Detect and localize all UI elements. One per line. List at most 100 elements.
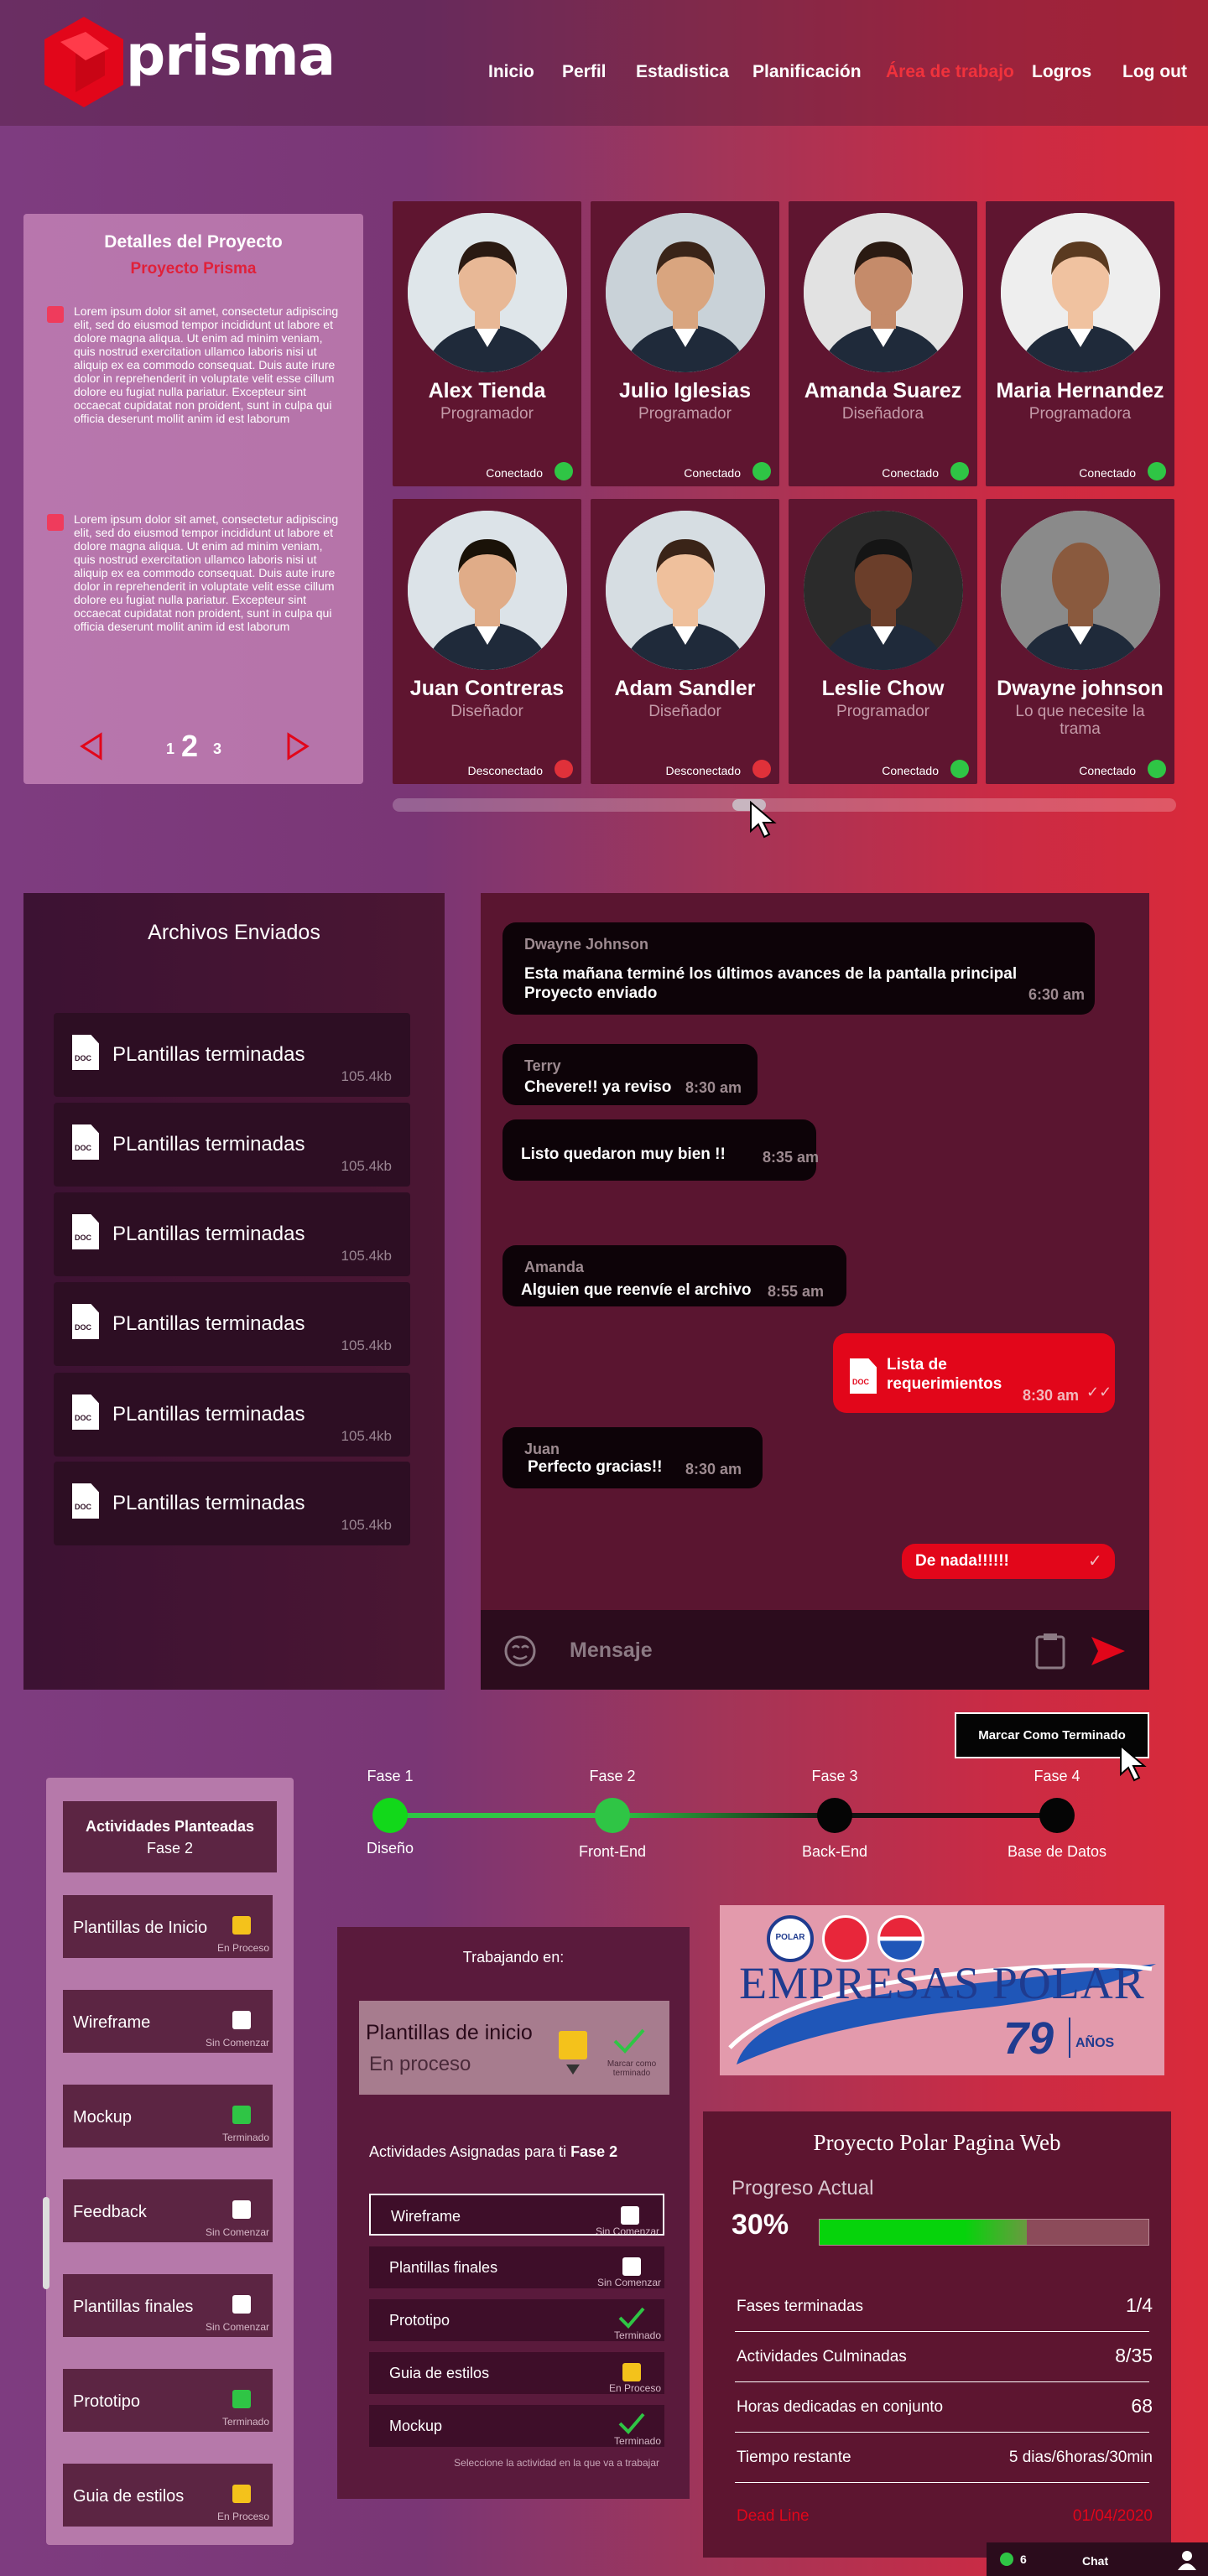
team-member-card[interactable]: Maria Hernandez Programadora Conectado: [986, 201, 1174, 486]
task-status-indicator: [622, 2363, 641, 2381]
divider: [1069, 2018, 1070, 2058]
member-name: Julio Iglesias: [618, 379, 751, 402]
nav-area-de-trabajo[interactable]: Área de trabajo: [886, 62, 1014, 82]
activity-status: Sin Comenzar: [205, 2226, 269, 2238]
check-icon: [618, 2412, 645, 2434]
file-item[interactable]: DOC PLantillas terminadas 105.4kb: [54, 1103, 410, 1187]
empresas-polar-banner[interactable]: POLAR EMPRESAS POLAR 79 AÑOS: [720, 1905, 1164, 2075]
person-photo: [804, 511, 963, 670]
progress-bar: [819, 2219, 1149, 2246]
project-details-panel: Detalles del Proyecto Proyecto Prisma Lo…: [23, 214, 363, 784]
send-icon[interactable]: [1090, 1635, 1127, 1667]
file-item[interactable]: DOC PLantillas terminadas 105.4kb: [54, 1282, 410, 1366]
activity-status: Terminado: [221, 2416, 269, 2428]
current-task-card[interactable]: Plantillas de inicio En proceso Marcar c…: [359, 2001, 669, 2095]
assigned-task[interactable]: Mockup Terminado: [369, 2405, 664, 2447]
file-name: PLantillas terminadas: [112, 1043, 305, 1066]
page-1[interactable]: 1: [166, 740, 174, 758]
chevron-down-icon[interactable]: [566, 2064, 580, 2075]
status-dot: [950, 760, 969, 778]
avatar[interactable]: [1001, 511, 1160, 670]
emoji-icon[interactable]: [502, 1633, 538, 1669]
phase-node[interactable]: [595, 1798, 630, 1833]
member-name: Juan Contreras: [409, 677, 565, 700]
chat-message: Listo quedaron muy bien !! 8:35 am: [502, 1119, 819, 1181]
mark-done-hint: Marcar como terminado: [607, 2059, 657, 2078]
avatar[interactable]: [408, 213, 567, 372]
nav-perfil[interactable]: Perfil: [562, 62, 607, 82]
phase-node[interactable]: [372, 1798, 408, 1833]
member-role: Programador: [836, 703, 929, 720]
team-member-card[interactable]: Julio Iglesias Programador Conectado: [591, 201, 779, 486]
team-member-card[interactable]: Juan Contreras Diseñador Desconectado: [393, 499, 581, 784]
task-status-indicator: [622, 2257, 641, 2276]
person-photo: [606, 213, 765, 372]
phase-node[interactable]: [1039, 1798, 1075, 1833]
user-icon[interactable]: [1178, 2550, 1196, 2570]
avatar[interactable]: [1001, 213, 1160, 372]
message-text: De nada!!!!!!: [915, 1552, 1009, 1570]
team-member-card[interactable]: Alex Tienda Programador Conectado: [393, 201, 581, 486]
activities-scrollbar[interactable]: [43, 2197, 49, 2289]
bullet-marker: [47, 514, 64, 531]
activity-item[interactable]: Wireframe Sin Comenzar: [63, 1990, 273, 2053]
stat-label: Horas dedicadas en conjunto: [737, 2398, 944, 2416]
clipboard-icon[interactable]: [1034, 1632, 1066, 1670]
avatar[interactable]: [606, 511, 765, 670]
activity-item[interactable]: Guia de estilos En Proceso: [63, 2464, 273, 2527]
person-photo: [408, 213, 567, 372]
details-paragraph: Lorem ipsum dolor sit amet, consectetur …: [74, 512, 339, 633]
team-member-card[interactable]: Amanda Suarez Diseñadora Conectado: [789, 201, 977, 486]
avatar[interactable]: [804, 213, 963, 372]
file-item[interactable]: DOC PLantillas terminadas 105.4kb: [54, 1373, 410, 1457]
avatar[interactable]: [804, 511, 963, 670]
page-2-current[interactable]: 2: [181, 729, 198, 764]
double-check-icon: ✓✓: [1086, 1384, 1112, 1400]
team-member-card[interactable]: Dwayne johnson Lo que necesite la trama Co…: [986, 499, 1174, 784]
check-icon[interactable]: [612, 2028, 646, 2054]
doc-file-icon[interactable]: DOC: [850, 1358, 877, 1394]
task-label: Mockup: [389, 2418, 443, 2434]
chat-dock-tab[interactable]: 6 Chat: [987, 2542, 1208, 2576]
doc-file-icon: DOC: [72, 1483, 99, 1519]
activity-item[interactable]: Mockup Terminado: [63, 2085, 273, 2148]
brand-name[interactable]: prisma: [126, 23, 336, 88]
activity-item[interactable]: Feedback Sin Comenzar: [63, 2179, 273, 2242]
phase-node[interactable]: [817, 1798, 852, 1833]
nav-planificacion[interactable]: Planificación: [752, 62, 862, 82]
activity-item[interactable]: Plantillas finales Sin Comenzar: [63, 2274, 273, 2337]
message-input[interactable]: Mensaje: [570, 1639, 653, 1663]
team-member-card[interactable]: Leslie Chow Programador Conectado: [789, 499, 977, 784]
assigned-task[interactable]: Wireframe Sin Comenzar: [369, 2194, 664, 2237]
prev-page-icon[interactable]: [79, 732, 104, 761]
team-member-card[interactable]: Adam Sandler Diseñador Desconectado: [591, 499, 779, 784]
nav-inicio[interactable]: Inicio: [488, 62, 534, 82]
file-name: PLantillas terminadas: [112, 1492, 305, 1514]
page-3[interactable]: 3: [213, 740, 221, 758]
deadline-label: Dead Line: [737, 2507, 810, 2525]
activity-item[interactable]: Prototipo Terminado: [63, 2369, 273, 2432]
assigned-task[interactable]: Plantillas finales Sin Comenzar: [369, 2246, 664, 2288]
file-name: PLantillas terminadas: [112, 1312, 305, 1335]
avatar[interactable]: [408, 511, 567, 670]
activity-item[interactable]: Plantillas de Inicio En Proceso: [63, 1895, 273, 1958]
nav-estadistica[interactable]: Estadistica: [636, 62, 729, 82]
chat-message: Terry Chevere!! ya reviso 8:30 am: [502, 1044, 758, 1105]
member-name: Amanda Suarez: [804, 379, 962, 402]
assigned-task[interactable]: Prototipo Terminado: [369, 2299, 664, 2341]
nav-logout[interactable]: Log out: [1122, 62, 1187, 82]
prisma-logo-icon[interactable]: [42, 17, 126, 107]
activity-status-indicator: [232, 2295, 251, 2314]
nav-logros[interactable]: Logros: [1032, 62, 1091, 82]
file-item[interactable]: DOC PLantillas terminadas 105.4kb: [54, 1192, 410, 1276]
file-item[interactable]: DOC PLantillas terminadas 105.4kb: [54, 1462, 410, 1545]
team-scrollbar-track[interactable]: [393, 798, 1176, 812]
activity-label: Plantillas de Inicio: [73, 1919, 208, 1937]
avatar[interactable]: [606, 213, 765, 372]
file-item[interactable]: DOC PLantillas terminadas 105.4kb: [54, 1013, 410, 1097]
next-page-icon[interactable]: [285, 732, 310, 761]
assigned-task[interactable]: Guia de estilos En Proceso: [369, 2352, 664, 2394]
chat-panel: Dwayne Johnson Esta mañana terminé los ú…: [481, 893, 1149, 1690]
stat-value: 68: [1131, 2395, 1153, 2417]
check-icon: [618, 2307, 645, 2329]
